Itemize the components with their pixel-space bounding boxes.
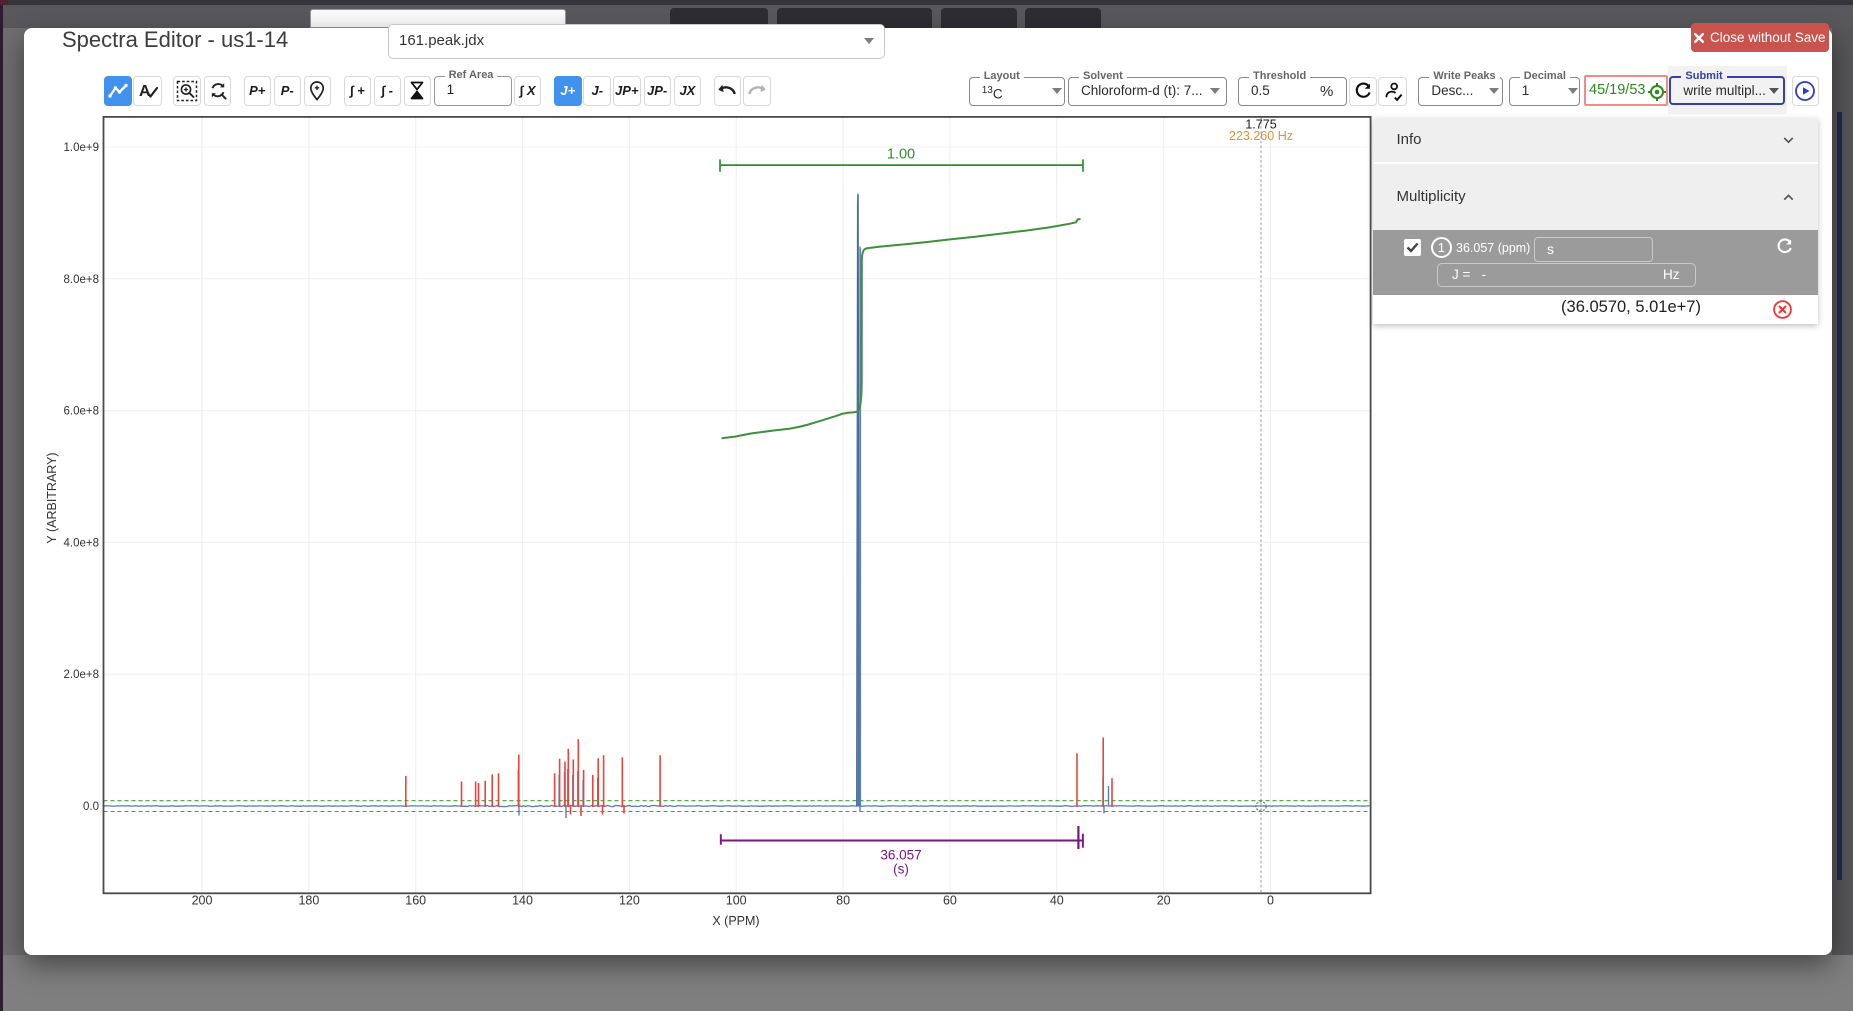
svg-text:4.0e+8: 4.0e+8 bbox=[64, 537, 100, 549]
svg-text:1.0e+9: 1.0e+9 bbox=[64, 142, 100, 154]
svg-text:2.0e+8: 2.0e+8 bbox=[64, 669, 100, 681]
svg-text:140: 140 bbox=[512, 894, 533, 908]
svg-text:1.00: 1.00 bbox=[887, 147, 915, 163]
svg-text:60: 60 bbox=[943, 894, 957, 908]
svg-text:223.260 Hz: 223.260 Hz bbox=[1229, 129, 1293, 143]
svg-text:0.0: 0.0 bbox=[83, 801, 99, 813]
svg-text:80: 80 bbox=[836, 894, 850, 908]
svg-text:180: 180 bbox=[298, 894, 319, 908]
svg-text:200: 200 bbox=[192, 894, 213, 908]
svg-text:120: 120 bbox=[619, 894, 640, 908]
svg-text:100: 100 bbox=[726, 894, 747, 908]
svg-text:0: 0 bbox=[1267, 894, 1274, 908]
svg-text:Y (ARBITRARY): Y (ARBITRARY) bbox=[45, 452, 59, 543]
svg-text:X (PPM): X (PPM) bbox=[712, 914, 759, 928]
svg-text:36.057: 36.057 bbox=[880, 848, 921, 863]
svg-text:40: 40 bbox=[1050, 894, 1064, 908]
svg-text:6.0e+8: 6.0e+8 bbox=[64, 406, 100, 418]
svg-text:(s): (s) bbox=[893, 862, 909, 877]
svg-text:20: 20 bbox=[1157, 894, 1171, 908]
svg-text:8.0e+8: 8.0e+8 bbox=[64, 274, 100, 286]
svg-text:160: 160 bbox=[405, 894, 426, 908]
